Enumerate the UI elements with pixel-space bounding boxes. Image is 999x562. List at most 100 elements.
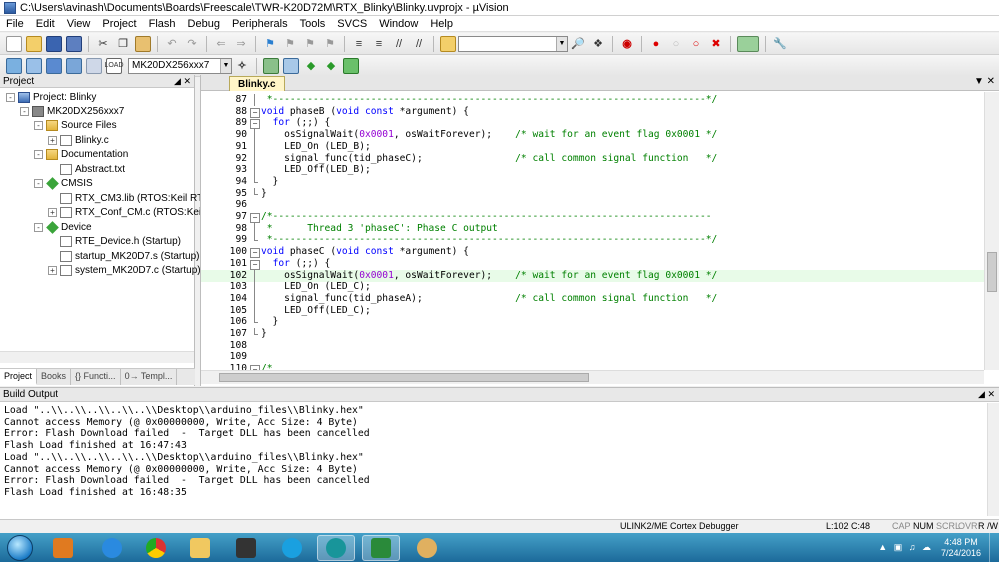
tree-node-rte-device[interactable]: RTE_Device.h (Startup)	[60, 234, 181, 248]
scroll-thumb[interactable]	[219, 373, 589, 382]
code-line[interactable]: 95}	[201, 187, 984, 200]
tab-templates[interactable]: 0→ Templ...	[121, 369, 178, 385]
nav-back-icon[interactable]: ⇐	[213, 36, 229, 52]
fold-marker-icon[interactable]	[250, 258, 260, 270]
incremental-find-icon[interactable]: ❖	[590, 36, 606, 52]
code-line[interactable]: 90 osSignalWait(0x0001, osWaitForever); …	[201, 129, 984, 142]
window-layout-icon[interactable]	[737, 35, 759, 52]
code-area[interactable]: 87 *------------------------------------…	[201, 94, 984, 372]
expand-toggle-icon[interactable]: -	[34, 222, 43, 232]
kill-all-breakpoints-icon[interactable]: ✖	[708, 36, 724, 52]
project-horizontal-scrollbar[interactable]	[0, 351, 194, 363]
uvision-icon[interactable]	[362, 535, 400, 561]
chevron-down-icon[interactable]: ▼	[220, 58, 231, 73]
menu-peripherals[interactable]: Peripherals	[226, 18, 294, 30]
save-icon[interactable]	[46, 35, 62, 52]
menu-view[interactable]: View	[61, 18, 97, 30]
target-select[interactable]: MK20DX256xxx7 ▼	[128, 57, 232, 74]
code-line[interactable]: 104 signal_func(tid_phaseA); /* call com…	[201, 292, 984, 305]
editor-horizontal-scrollbar[interactable]	[201, 370, 984, 384]
download-icon[interactable]: LOAD	[104, 57, 124, 74]
tab-books[interactable]: Books	[37, 369, 72, 385]
tree-node-rtx-conf[interactable]: + RTX_Conf_CM.c (RTOS:Keil RT	[48, 205, 219, 219]
indent-icon[interactable]: ≡	[351, 36, 367, 52]
expand-toggle-icon[interactable]: -	[20, 106, 29, 116]
tree-node-target[interactable]: - MK20DX256xxx7	[20, 104, 124, 118]
next-bookmark-icon[interactable]: ⚑	[302, 36, 318, 52]
code-line[interactable]: 100 void phaseC (void const *argument) {	[201, 246, 984, 259]
undo-icon[interactable]: ↶	[164, 36, 180, 52]
clear-bookmarks-icon[interactable]: ⚑	[322, 36, 338, 52]
tree-node-startup[interactable]: startup_MK20D7.s (Startup)	[60, 249, 200, 263]
code-line[interactable]: 93 LED_Off(LED_B);	[201, 164, 984, 177]
tab-project[interactable]: Project	[0, 369, 38, 385]
code-line[interactable]: 108	[201, 340, 984, 352]
debug-session-icon[interactable]: ◉	[619, 36, 635, 52]
code-line[interactable]: 91 LED_On (LED_B);	[201, 140, 984, 153]
code-line[interactable]: 97 /*------------------------------------…	[201, 211, 984, 223]
editor-tab-blinky[interactable]: Blinky.c	[229, 76, 285, 91]
skype-icon[interactable]	[273, 535, 311, 561]
menu-debug[interactable]: Debug	[182, 18, 226, 30]
save-all-icon[interactable]	[66, 35, 82, 52]
translate-icon[interactable]	[6, 57, 22, 74]
menu-window[interactable]: Window	[373, 18, 424, 30]
find-in-files-icon[interactable]	[440, 35, 456, 52]
pack-installer-icon[interactable]: ◆	[323, 58, 339, 74]
tree-node-documentation[interactable]: - Documentation	[34, 147, 128, 161]
chrome-icon[interactable]	[137, 535, 175, 561]
configure-icon[interactable]: 🔧	[772, 36, 788, 52]
find-icon[interactable]: 🔎	[570, 36, 586, 52]
fold-marker-icon[interactable]	[250, 246, 260, 259]
breakpoint-icon[interactable]: ●	[648, 36, 664, 52]
editor-tab-controls-icon[interactable]: ▼ ✕	[974, 76, 995, 87]
menu-file[interactable]: File	[0, 18, 30, 30]
scroll-thumb[interactable]	[987, 252, 997, 292]
expand-toggle-icon[interactable]: +	[48, 265, 57, 275]
build-icon[interactable]	[26, 57, 42, 74]
fold-marker-icon[interactable]	[250, 106, 260, 118]
paste-icon[interactable]	[135, 35, 151, 52]
code-line[interactable]: 87 *------------------------------------…	[201, 94, 984, 106]
stop-build-icon[interactable]	[86, 57, 102, 74]
show-desktop-button[interactable]	[989, 533, 999, 562]
code-line[interactable]: 92 signal_func(tid_phaseC); /* call comm…	[201, 152, 984, 165]
expand-toggle-icon[interactable]: +	[48, 207, 57, 217]
tree-node-abstract[interactable]: Abstract.txt	[60, 162, 125, 176]
expand-toggle-icon[interactable]: -	[6, 92, 15, 102]
new-file-icon[interactable]	[6, 35, 22, 52]
nav-forward-icon[interactable]: ⇒	[233, 36, 249, 52]
tree-node-blinky-c[interactable]: + Blinky.c	[48, 133, 109, 147]
tab-functions[interactable]: {} Functi...	[71, 369, 121, 385]
find-combo[interactable]: ▼	[458, 35, 568, 52]
manage-rte-icon[interactable]: ◆	[303, 58, 319, 74]
menu-flash[interactable]: Flash	[143, 18, 182, 30]
menu-project[interactable]: Project	[96, 18, 142, 30]
start-button-icon[interactable]	[7, 534, 33, 561]
open-file-icon[interactable]	[26, 35, 42, 52]
rebuild-icon[interactable]	[46, 57, 62, 74]
tree-node-source-files[interactable]: - Source Files	[34, 118, 117, 132]
media-player-icon[interactable]	[44, 535, 82, 561]
code-line[interactable]: 109	[201, 351, 984, 363]
tree-node-device[interactable]: - Device	[34, 220, 92, 234]
build-output-scrollbar[interactable]	[987, 403, 999, 516]
menu-help[interactable]: Help	[424, 18, 459, 30]
tree-node-system[interactable]: + system_MK20D7.c (Startup)	[48, 263, 201, 277]
code-line[interactable]: 107}	[201, 328, 984, 340]
uncomment-icon[interactable]: //	[411, 36, 427, 52]
batch-build-icon[interactable]	[66, 57, 82, 74]
tree-node-cmsis[interactable]: - CMSIS	[34, 176, 93, 190]
select-packs-icon[interactable]	[283, 57, 299, 74]
panel-pin-close-icon[interactable]: ◢ ✕	[978, 389, 995, 400]
disable-all-breakpoints-icon[interactable]: ○	[688, 36, 704, 52]
code-line[interactable]: 94 }	[201, 175, 984, 188]
menu-svcs[interactable]: SVCS	[331, 18, 373, 30]
menu-edit[interactable]: Edit	[30, 18, 61, 30]
fold-marker-icon[interactable]	[250, 211, 260, 223]
bookmark-icon[interactable]: ⚑	[262, 36, 278, 52]
code-line[interactable]: 88 void phaseB (void const *argument) {	[201, 106, 984, 118]
code-line[interactable]: 103 LED_On (LED_C);	[201, 281, 984, 294]
comment-icon[interactable]: //	[391, 36, 407, 52]
options-for-target-icon[interactable]: ✧	[234, 58, 250, 74]
